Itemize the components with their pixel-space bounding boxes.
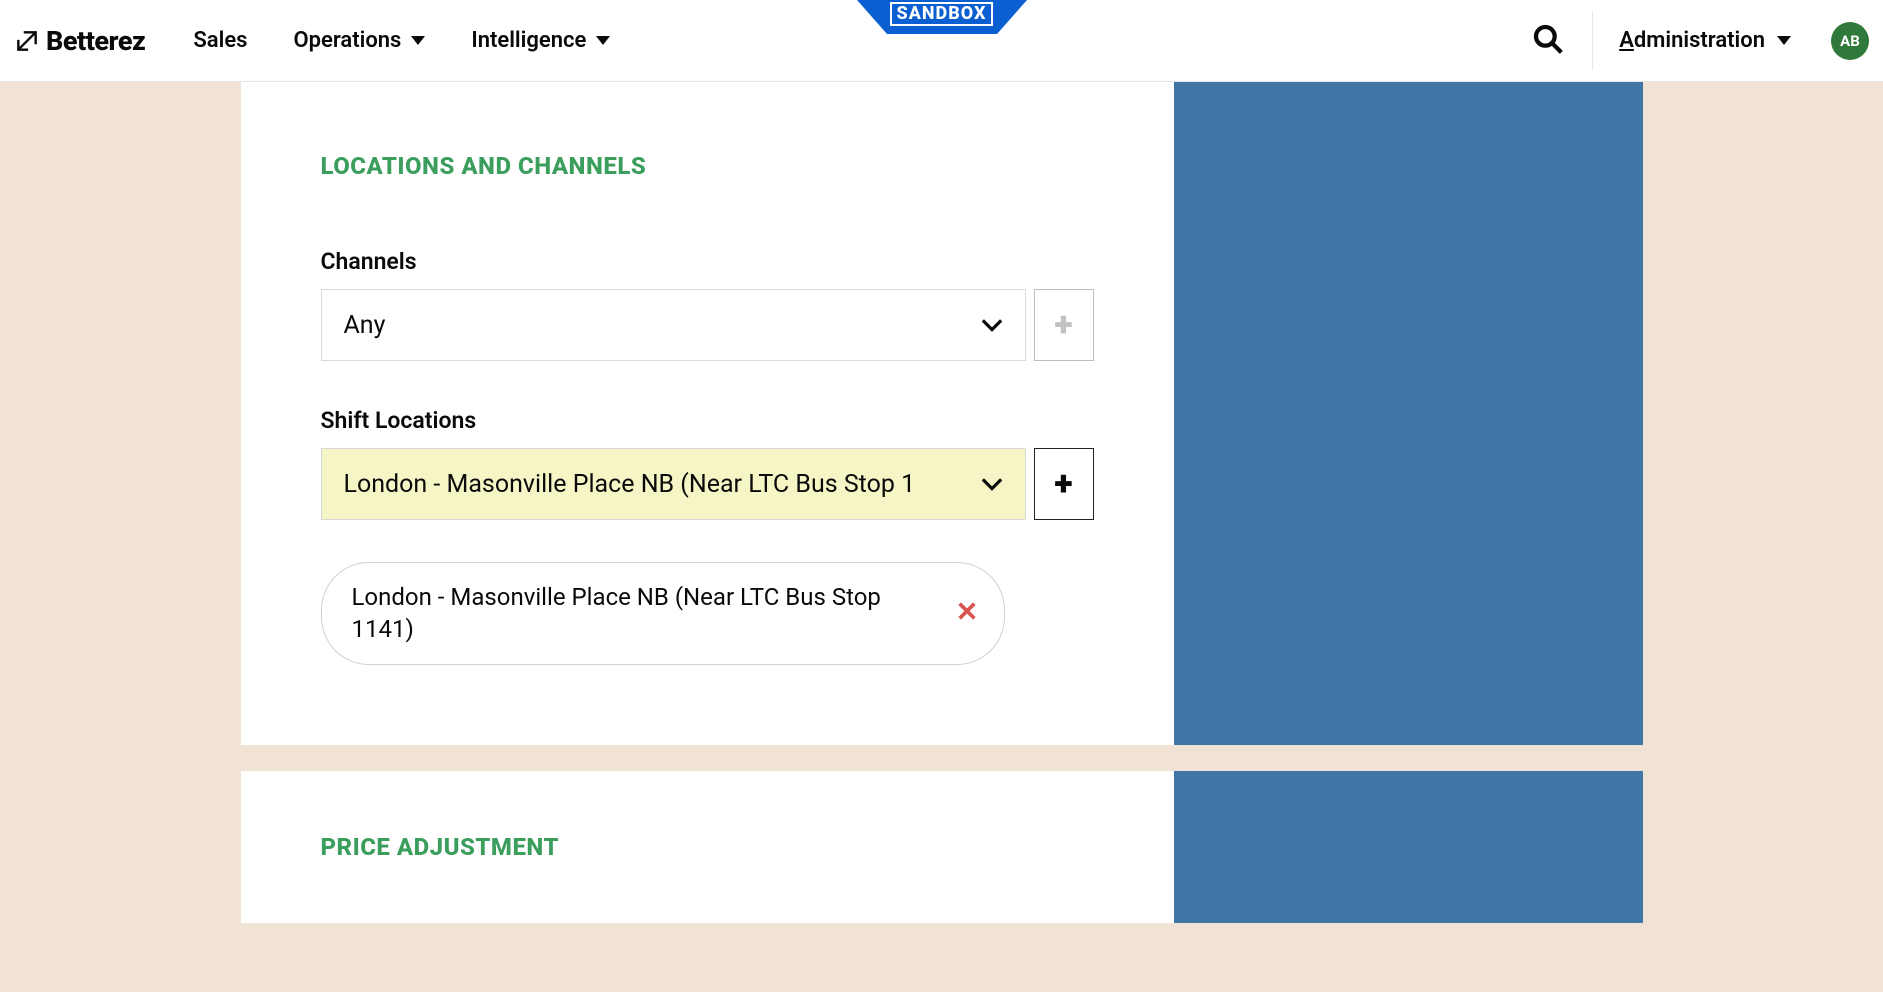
brand-name: Betterez [46, 25, 145, 57]
locations-channels-card: LOCATIONS AND CHANNELS Channels Any + Sh… [241, 82, 1643, 745]
chip-text: London - Masonville Place NB (Near LTC B… [352, 581, 936, 646]
add-channel-button[interactable]: + [1034, 289, 1094, 361]
nav-administration-label: Administration [1619, 28, 1765, 53]
chevron-down-icon [1777, 36, 1791, 45]
section-title-price: PRICE ADJUSTMENT [321, 833, 1094, 861]
sandbox-text: SANDBOX [890, 2, 994, 26]
close-icon [956, 600, 978, 622]
chevron-down-icon [596, 36, 610, 45]
remove-location-button[interactable] [956, 600, 978, 626]
sandbox-banner: SANDBOX [857, 0, 1027, 34]
chevron-down-icon [981, 477, 1003, 491]
main-nav: Sales Operations Intelligence [193, 28, 610, 53]
section-title-locations: LOCATIONS AND CHANNELS [321, 152, 1094, 180]
chevron-down-icon [411, 36, 425, 45]
search-icon [1532, 23, 1564, 55]
nav-operations-label: Operations [293, 28, 401, 53]
shift-locations-label: Shift Locations [321, 407, 1094, 434]
nav-operations[interactable]: Operations [293, 28, 425, 53]
topbar-right: Administration AB [1504, 0, 1883, 81]
avatar[interactable]: AB [1831, 22, 1869, 60]
nav-administration[interactable]: Administration [1593, 28, 1817, 53]
channels-select[interactable]: Any [321, 289, 1026, 361]
page-body: LOCATIONS AND CHANNELS Channels Any + Sh… [0, 82, 1883, 923]
brand-logo[interactable]: Betterez [14, 25, 145, 57]
nav-intelligence[interactable]: Intelligence [471, 28, 610, 53]
price-adjustment-card: PRICE ADJUSTMENT [241, 771, 1643, 923]
nav-intelligence-label: Intelligence [471, 28, 586, 53]
logo-arrow-icon [14, 28, 40, 54]
add-shift-location-button[interactable]: + [1034, 448, 1094, 520]
card-side-panel [1174, 82, 1643, 745]
shift-locations-select[interactable]: London - Masonville Place NB (Near LTC B… [321, 448, 1026, 520]
avatar-initials: AB [1840, 32, 1860, 50]
channels-selected-value: Any [344, 311, 386, 340]
nav-sales[interactable]: Sales [193, 28, 247, 53]
top-navbar: Betterez Sales Operations Intelligence S… [0, 0, 1883, 82]
nav-sales-label: Sales [193, 28, 247, 53]
chevron-down-icon [981, 318, 1003, 332]
channels-label: Channels [321, 248, 1094, 275]
search-button[interactable] [1504, 23, 1592, 59]
selected-location-chip: London - Masonville Place NB (Near LTC B… [321, 562, 1005, 665]
plus-icon: + [1054, 308, 1072, 342]
shift-locations-selected-value: London - Masonville Place NB (Near LTC B… [344, 470, 916, 499]
plus-icon: + [1054, 467, 1072, 501]
card-side-panel [1174, 771, 1643, 923]
